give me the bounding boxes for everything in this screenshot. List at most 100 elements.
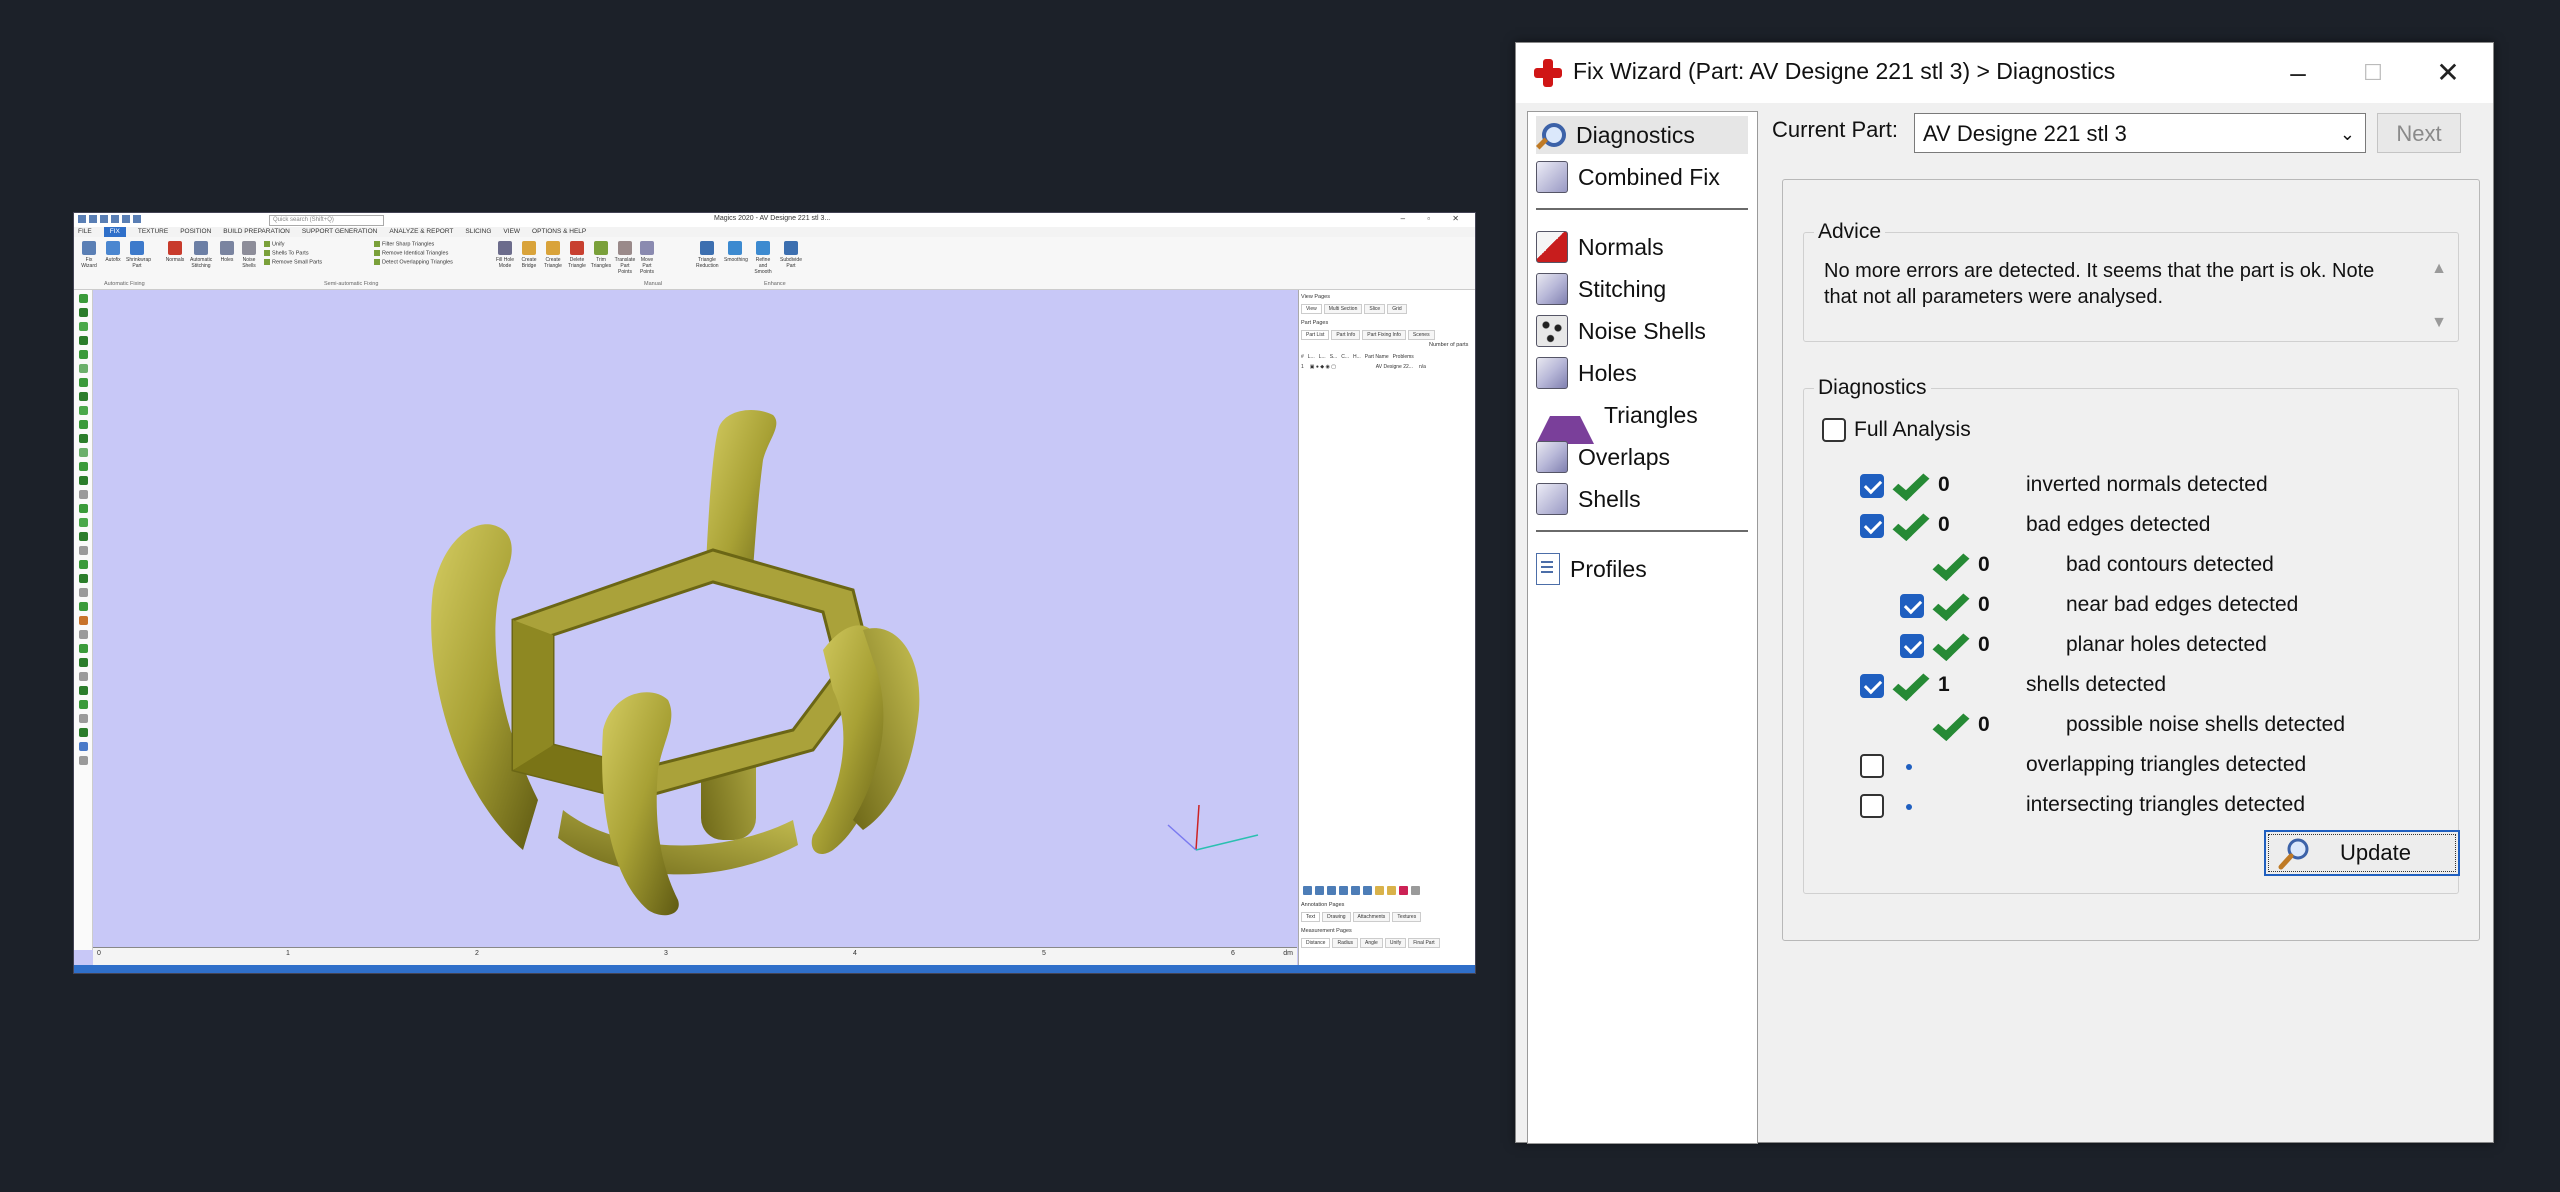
ribbon-button-create-triangle[interactable]: Create Triangle xyxy=(542,241,564,269)
panel-tab-scenes[interactable]: Scenes xyxy=(1407,330,1435,340)
panel-tab-drawing[interactable]: Drawing xyxy=(1322,912,1351,922)
3d-viewport[interactable] xyxy=(93,290,1297,946)
measurement-pages-header[interactable]: Measurement Pages xyxy=(1301,928,1352,934)
nav-item-overlaps[interactable]: Overlaps xyxy=(1536,438,1670,476)
ribbon-button-create-bridge[interactable]: Create Bridge xyxy=(518,241,540,269)
ribbon-tab-support-generation[interactable]: SUPPORT GENERATION xyxy=(302,227,378,237)
tool-icon[interactable] xyxy=(78,350,88,359)
tool-icon[interactable] xyxy=(78,378,88,387)
ribbon-tab-build-preparation[interactable]: BUILD PREPARATION xyxy=(223,227,290,237)
diagnostic-checkbox[interactable] xyxy=(1860,754,1884,778)
diagnostic-checkbox[interactable] xyxy=(1900,634,1924,658)
ribbon-button-delete-triangle[interactable]: Delete Triangle xyxy=(566,241,588,269)
next-button[interactable]: Next xyxy=(2377,113,2461,153)
ribbon-button-move-part-points[interactable]: Move Part Points xyxy=(636,241,658,275)
ribbon-tab-file[interactable]: FILE xyxy=(78,227,92,237)
panel-tab-part-info[interactable]: Part Info xyxy=(1331,330,1361,340)
ribbon-tab-slicing[interactable]: SLICING xyxy=(465,227,491,237)
tool-icon[interactable] xyxy=(78,672,88,681)
panel-tab-multi-section[interactable]: Multi Section xyxy=(1323,304,1363,314)
nav-item-shells[interactable]: Shells xyxy=(1536,480,1641,518)
panel-tab-distance[interactable]: Distance xyxy=(1301,938,1331,948)
part-list-column-header[interactable]: L... xyxy=(1308,354,1315,360)
ribbon-button-smoothing[interactable]: Smoothing xyxy=(724,241,748,263)
tool-icon[interactable] xyxy=(78,742,88,751)
panel-tab-radius[interactable]: Radius xyxy=(1332,938,1359,948)
panel-tab-view[interactable]: View xyxy=(1301,304,1322,314)
diagnostic-checkbox[interactable] xyxy=(1860,674,1884,698)
ribbon-button-trim-triangles[interactable]: Trim Triangles xyxy=(590,241,612,269)
view-pages-header[interactable]: View Pages xyxy=(1301,294,1330,300)
tool-icon[interactable] xyxy=(78,448,88,457)
ribbon-tab-analyze-report[interactable]: ANALYZE & REPORT xyxy=(389,227,453,237)
diagnostic-checkbox[interactable] xyxy=(1860,514,1884,538)
ribbon-small-remove-identical-triangles[interactable]: Remove Identical Triangles xyxy=(374,250,448,256)
ribbon-small-unify[interactable]: Unify xyxy=(264,241,285,247)
diagnostic-checkbox[interactable] xyxy=(1860,794,1884,818)
scroll-up-icon[interactable]: ▲ xyxy=(2428,260,2450,278)
ribbon-small-shells-to-parts[interactable]: Shells To Parts xyxy=(264,250,309,256)
update-button[interactable]: Update xyxy=(2264,830,2460,876)
tool-icon[interactable] xyxy=(78,308,88,317)
ribbon-tab-position[interactable]: POSITION xyxy=(180,227,211,237)
maximize-button[interactable]: ☐ xyxy=(2348,53,2398,93)
ribbon-tab-view[interactable]: VIEW xyxy=(503,227,520,237)
ribbon-button-automatic-stitching[interactable]: Automatic Stitching xyxy=(190,241,212,269)
tool-icon[interactable] xyxy=(78,756,88,765)
nav-item-stitching[interactable]: Stitching xyxy=(1536,270,1666,308)
panel-tab-part-list[interactable]: Part List xyxy=(1301,330,1330,340)
part-row-flags[interactable]: ▣ ● ◆ ◉ ▢ xyxy=(1310,364,1370,370)
tool-icon[interactable] xyxy=(78,532,88,541)
ribbon-button-translate-part-points[interactable]: Translate Part Points xyxy=(614,241,636,275)
part-list-row[interactable]: 1 ▣ ● ◆ ◉ ▢ AV Designe 22... n/a xyxy=(1301,364,1426,370)
scroll-down-icon[interactable]: ▼ xyxy=(2428,314,2450,332)
nav-item-normals[interactable]: Normals xyxy=(1536,228,1664,266)
panel-tab-text[interactable]: Text xyxy=(1301,912,1321,922)
part-list-column-header[interactable]: C... xyxy=(1341,354,1349,360)
ribbon-small-detect-overlapping-triangles[interactable]: Detect Overlapping Triangles xyxy=(374,259,453,265)
ribbon-button-holes[interactable]: Holes xyxy=(216,241,238,263)
tool-icon[interactable] xyxy=(78,504,88,513)
advice-scrollbar[interactable]: ▲ ▼ xyxy=(2428,260,2450,346)
nav-item-diagnostics[interactable]: Diagnostics xyxy=(1536,116,1748,154)
part-tool-icons[interactable] xyxy=(1303,886,1420,895)
tool-icon[interactable] xyxy=(78,322,88,331)
magics-window-controls[interactable]: – ▫ ✕ xyxy=(1401,214,1469,223)
tool-icon[interactable] xyxy=(78,560,88,569)
tool-icon[interactable] xyxy=(78,490,88,499)
tool-icon[interactable] xyxy=(78,364,88,373)
print-icon[interactable] xyxy=(111,215,119,223)
open-icon[interactable] xyxy=(89,215,97,223)
quick-search-input[interactable]: Quick search (Shift+Q) xyxy=(269,215,384,226)
current-part-select[interactable]: AV Designe 221 stl 3 ⌄ xyxy=(1914,113,2366,153)
save-icon[interactable] xyxy=(100,215,108,223)
ribbon-small-remove-small-parts[interactable]: Remove Small Parts xyxy=(264,259,322,265)
ribbon-button-fix-wizard[interactable]: Fix Wizard xyxy=(78,241,100,269)
panel-tab-final-part[interactable]: Final Part xyxy=(1408,938,1440,948)
part-list-column-header[interactable]: Problems xyxy=(1393,354,1414,360)
part-list-column-header[interactable]: S... xyxy=(1330,354,1338,360)
tool-icon[interactable] xyxy=(78,728,88,737)
ribbon-small-filter-sharp-triangles[interactable]: Filter Sharp Triangles xyxy=(374,241,434,247)
part-list-column-header[interactable]: L... xyxy=(1319,354,1326,360)
ribbon-button-shrinkwrap-part[interactable]: Shrinkwrap Part xyxy=(126,241,151,269)
undo-icon[interactable] xyxy=(122,215,130,223)
ribbon-button-normals[interactable]: Normals xyxy=(164,241,186,263)
diagnostic-checkbox[interactable] xyxy=(1900,594,1924,618)
ring-model[interactable] xyxy=(93,290,1297,946)
tool-icon[interactable] xyxy=(78,392,88,401)
tool-icon[interactable] xyxy=(78,602,88,611)
nav-item-profiles[interactable]: Profiles xyxy=(1536,550,1647,588)
redo-icon[interactable] xyxy=(133,215,141,223)
minimize-button[interactable]: – xyxy=(2273,53,2323,93)
panel-tab-textures[interactable]: Textures xyxy=(1392,912,1422,922)
tool-icon[interactable] xyxy=(78,588,88,597)
tool-icon[interactable] xyxy=(78,336,88,345)
panel-tab-slice[interactable]: Slice xyxy=(1364,304,1386,314)
part-list-column-header[interactable]: # xyxy=(1301,354,1304,360)
ribbon-button-refine-and-smooth[interactable]: Refine and Smooth xyxy=(752,241,774,275)
tool-icon[interactable] xyxy=(78,644,88,653)
part-list-column-header[interactable]: H... xyxy=(1353,354,1361,360)
tool-icon[interactable] xyxy=(78,294,88,303)
ribbon-button-subdivide-part[interactable]: Subdivide Part xyxy=(780,241,802,269)
